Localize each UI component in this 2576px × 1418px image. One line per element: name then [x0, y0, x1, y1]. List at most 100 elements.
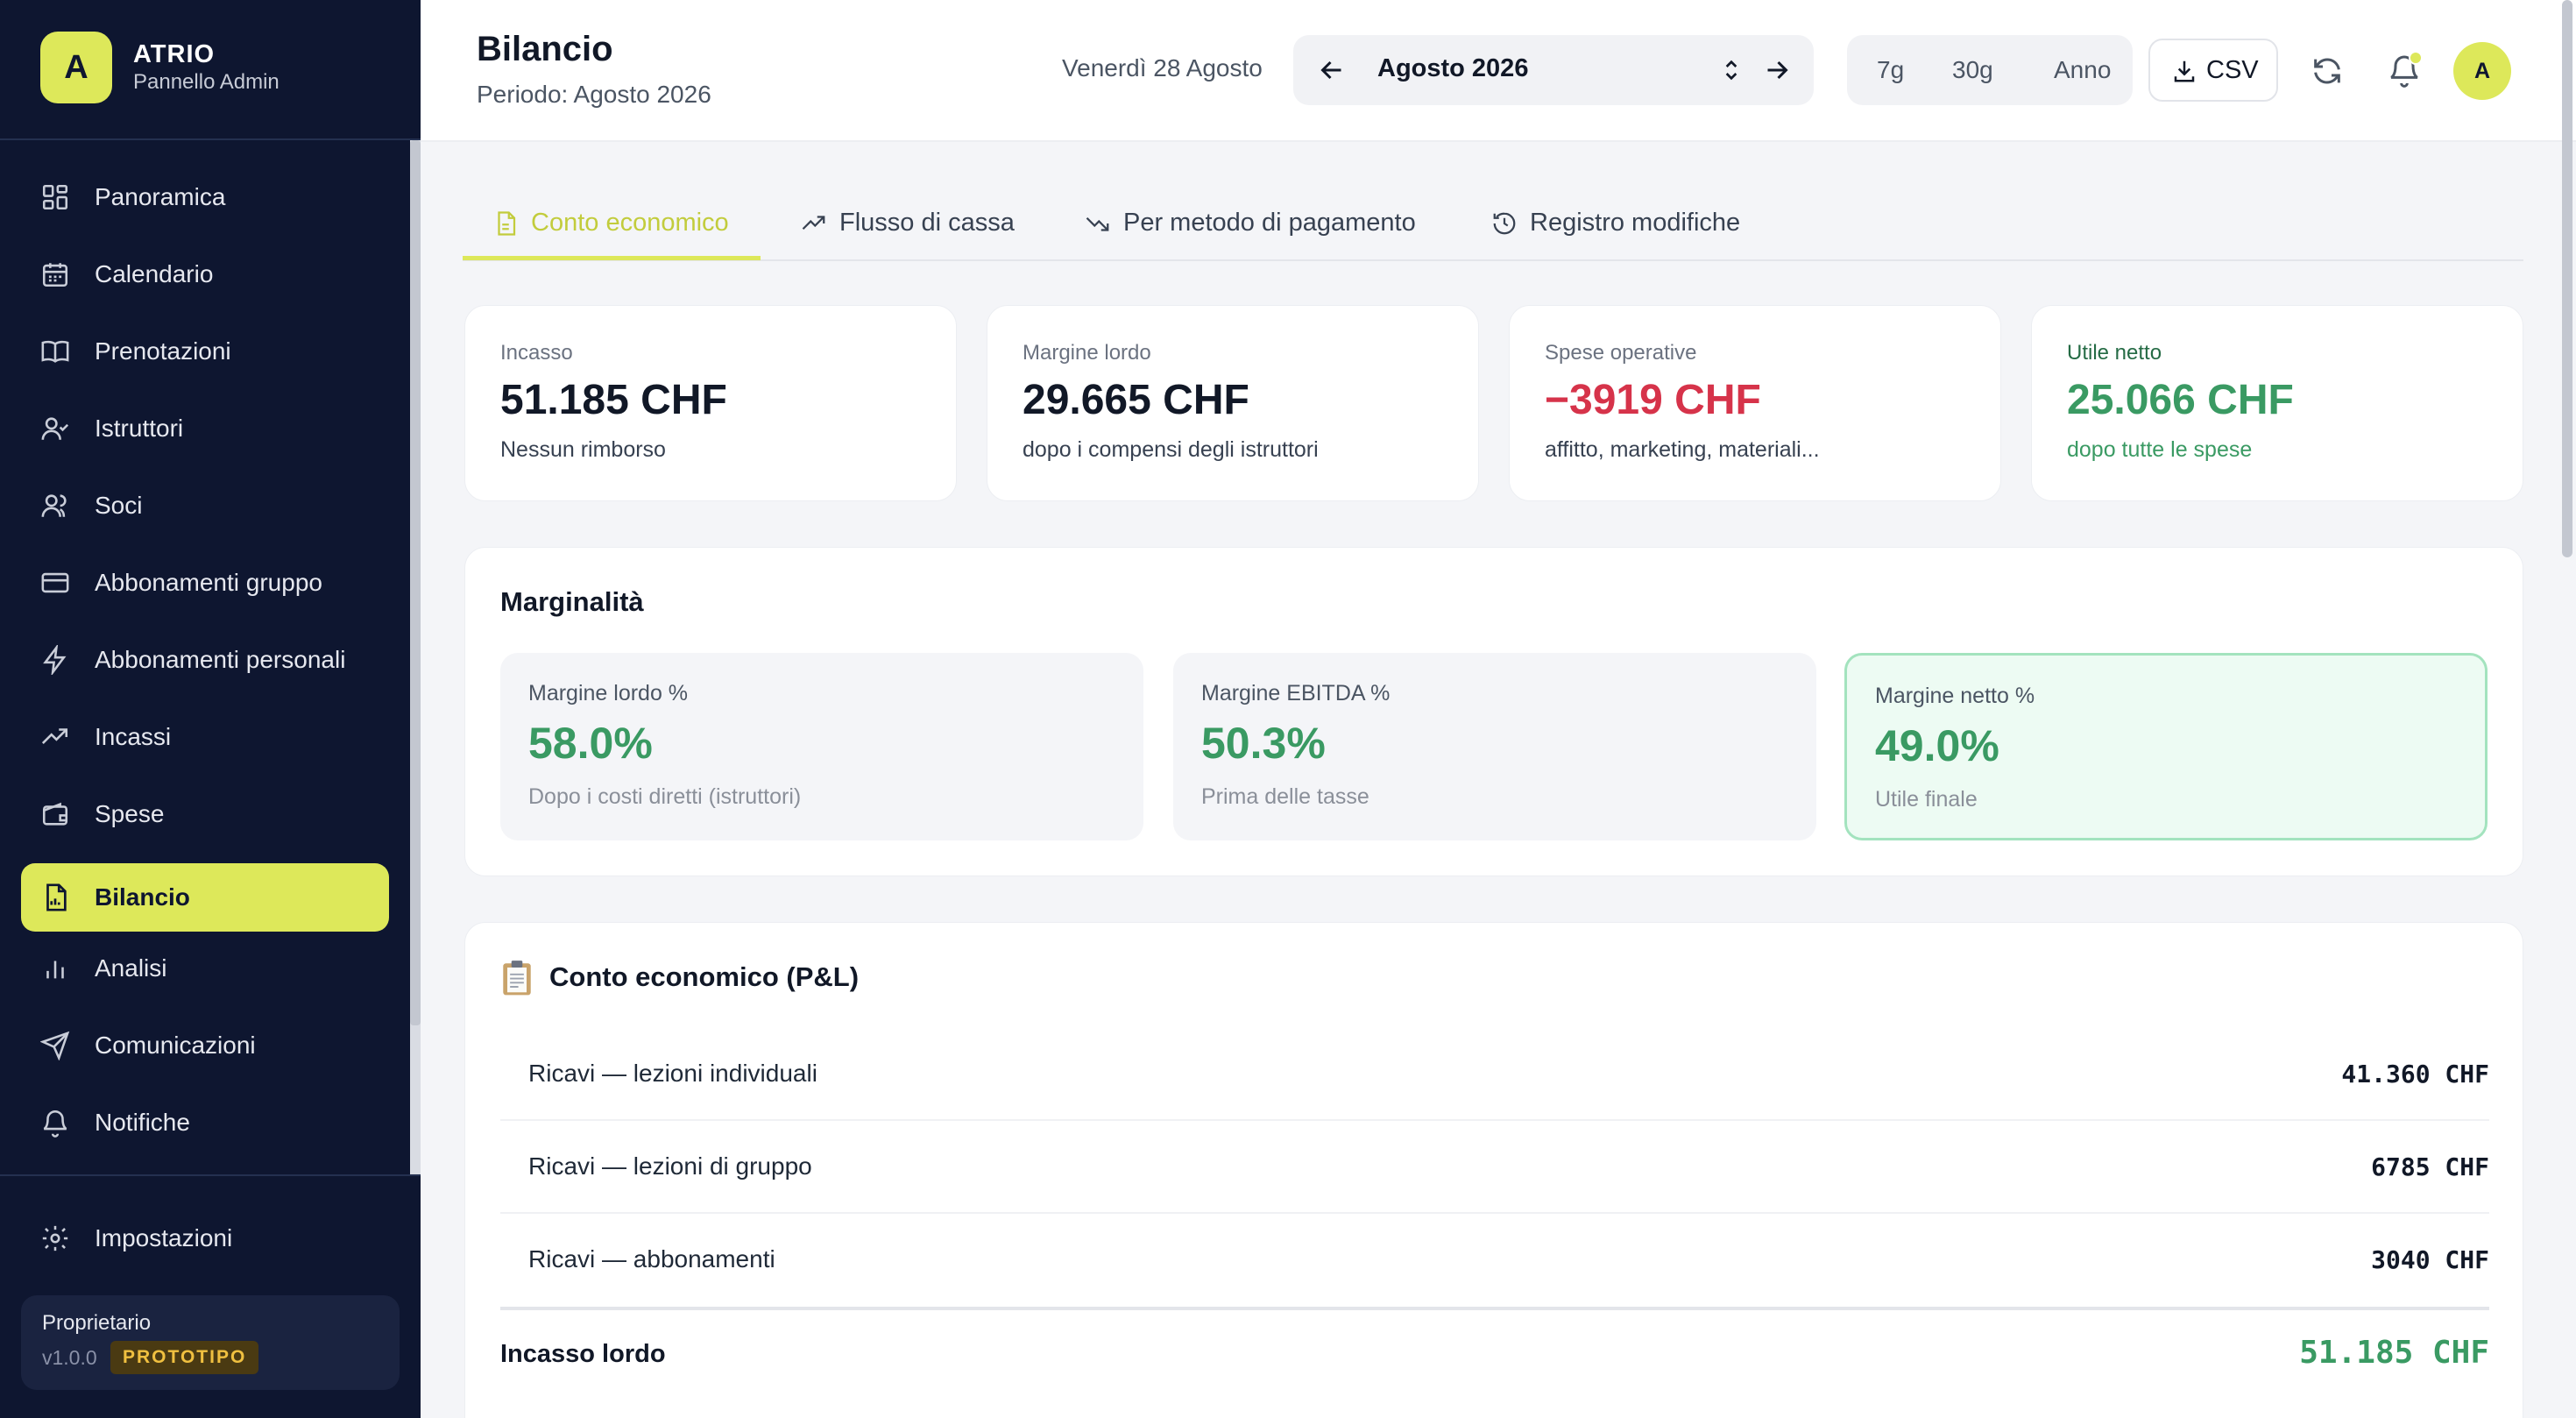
- send-icon: [40, 1031, 70, 1060]
- credit-card-icon: [41, 572, 69, 593]
- sidebar-scrollbar-thumb[interactable]: [410, 140, 421, 1025]
- kpi-value: −3919 CHF: [1545, 377, 1761, 423]
- kpi-value: 29.665 CHF: [1023, 377, 1249, 423]
- notification-dot: [2409, 51, 2423, 65]
- sidebar-item-label: Calendario: [95, 260, 214, 287]
- document-icon: [498, 211, 516, 236]
- users-icon: [41, 494, 67, 517]
- kpi-card-margine-lordo: Margine lordo 29.665 CHF dopo i compensi…: [987, 305, 1479, 501]
- sidebar-item-impostazioni[interactable]: Impostazioni: [21, 1204, 389, 1273]
- sidebar-item-soci[interactable]: Soci: [21, 471, 389, 540]
- sidebar-item-abbonamenti-personali[interactable]: Abbonamenti personali: [21, 626, 389, 694]
- grid-icon: [42, 184, 68, 210]
- clipboard-icon: [503, 961, 531, 996]
- brand-subtitle: Pannello Admin: [133, 70, 280, 94]
- brand-name: ATRIO: [133, 40, 216, 68]
- pl-row-value: 6785 CHF: [2371, 1152, 2489, 1181]
- refresh-icon[interactable]: [2310, 53, 2345, 89]
- pl-total-divider: [500, 1307, 2489, 1310]
- bell-icon: [43, 1110, 67, 1138]
- kpi-card-utile-netto: Utile netto 25.066 CHF dopo tutte le spe…: [2031, 305, 2523, 501]
- kpi-label: Utile netto: [2067, 341, 2162, 365]
- sidebar-item-label: Analisi: [95, 954, 167, 982]
- tab-label: Per metodo di pagamento: [1123, 209, 1416, 237]
- sidebar-item-bilancio[interactable]: Bilancio: [21, 863, 389, 932]
- range-30g[interactable]: 30g: [1952, 56, 1993, 84]
- owner-role: Proprietario: [42, 1311, 152, 1335]
- gear-icon: [42, 1225, 68, 1251]
- sidebar-item-incassi[interactable]: Incassi: [21, 703, 389, 771]
- trend-up-icon: [802, 216, 825, 230]
- top-header: Bilancio Periodo: Agosto 2026 Venerdì 28…: [421, 0, 2576, 142]
- sidebar-item-calendario[interactable]: Calendario: [21, 240, 389, 308]
- range-7g[interactable]: 7g: [1877, 56, 1904, 84]
- pl-row-value: 3040 CHF: [2371, 1245, 2489, 1274]
- download-icon: [2174, 60, 2195, 82]
- sidebar-item-label: Notifiche: [95, 1109, 190, 1136]
- sidebar-item-label: Istruttori: [95, 415, 184, 442]
- wallet-icon: [42, 802, 68, 826]
- margin-note: Prima delle tasse: [1201, 784, 1369, 809]
- pl-row: Ricavi — abbonamenti 3040 CHF: [500, 1214, 2489, 1307]
- sidebar-item-istruttori[interactable]: Istruttori: [21, 394, 389, 463]
- brand-logo: A: [40, 32, 112, 103]
- current-date: Venerdì 28 Agosto: [1062, 54, 1263, 82]
- sidebar-item-analisi[interactable]: Analisi: [21, 934, 389, 1003]
- sidebar-item-label: Comunicazioni: [95, 1032, 256, 1059]
- sidebar-item-prenotazioni[interactable]: Prenotazioni: [21, 317, 389, 386]
- sidebar-item-label: Bilancio: [95, 883, 190, 911]
- sidebar-item-label: Panoramica: [95, 183, 226, 210]
- active-tab-indicator: [463, 256, 761, 260]
- arrow-left-icon[interactable]: [1316, 54, 1348, 86]
- margin-box-ebitda: Margine EBITDA % 50.3% Prima delle tasse: [1173, 653, 1816, 840]
- page-subtitle: Periodo: Agosto 2026: [477, 81, 711, 108]
- sidebar-item-label: Spese: [95, 800, 165, 827]
- sidebar-item-abbonamenti-gruppo[interactable]: Abbonamenti gruppo: [21, 549, 389, 617]
- bar-chart-icon: [46, 961, 64, 979]
- book-icon: [41, 340, 69, 363]
- sidebar-divider: [0, 1174, 421, 1176]
- sidebar-item-label: Abbonamenti personali: [95, 646, 346, 673]
- history-icon: [1493, 212, 1516, 235]
- pl-card: Conto economico (P&L) Ricavi — lezioni i…: [464, 922, 2523, 1418]
- margin-label: Margine lordo %: [528, 681, 689, 705]
- sidebar-item-comunicazioni[interactable]: Comunicazioni: [21, 1011, 389, 1080]
- arrow-right-icon[interactable]: [1761, 54, 1793, 86]
- margin-value: 58.0%: [528, 719, 653, 768]
- sidebar-item-notifiche[interactable]: Notifiche: [21, 1088, 389, 1157]
- pl-row: Ricavi — lezioni di gruppo 6785 CHF: [500, 1121, 2489, 1214]
- brand: A ATRIO Pannello Admin: [0, 0, 421, 140]
- margin-box-netto: Margine netto % 49.0% Utile finale: [1844, 653, 2488, 840]
- pl-total-value: 51.185 CHF: [2299, 1335, 2489, 1371]
- main-scrollbar-thumb[interactable]: [2562, 0, 2572, 557]
- sidebar-item-spese[interactable]: Spese: [21, 780, 389, 848]
- avatar[interactable]: A: [2453, 42, 2511, 100]
- trend-up-icon: [41, 728, 68, 744]
- kpi-note: dopo tutte le spese: [2067, 437, 2253, 462]
- tab-label: Registro modifiche: [1530, 209, 1741, 237]
- pl-row: Ricavi — lezioni individuali 41.360 CHF: [500, 1028, 2489, 1121]
- sidebar-item-label: Abbonamenti gruppo: [95, 569, 322, 596]
- sidebar-item-panoramica[interactable]: Panoramica: [21, 163, 389, 231]
- range-selector: 7g 30g Anno: [1847, 35, 2133, 105]
- kpi-value: 51.185 CHF: [500, 377, 727, 423]
- month-label[interactable]: Agosto 2026: [1377, 54, 1528, 83]
- csv-export-button[interactable]: CSV: [2148, 39, 2278, 102]
- pl-total-row: Incasso lordo 51.185 CHF: [500, 1335, 2489, 1387]
- kpi-note: Nessun rimborso: [500, 437, 666, 462]
- margin-note: Utile finale: [1875, 787, 1978, 812]
- calendar-icon: [42, 263, 68, 287]
- prototype-badge: PROTOTIPO: [110, 1341, 259, 1374]
- tab-label: Conto economico: [531, 209, 729, 237]
- margin-box-lordo: Margine lordo % 58.0% Dopo i costi diret…: [500, 653, 1143, 840]
- user-check-icon: [41, 417, 69, 440]
- range-anno[interactable]: Anno: [2054, 56, 2111, 84]
- trend-down-icon: [1086, 216, 1109, 231]
- tab-bar: Conto economico Flusso di cassa Per meto…: [463, 193, 2523, 261]
- kpi-card-incasso: Incasso 51.185 CHF Nessun rimborso: [464, 305, 957, 501]
- margin-label: Margine netto %: [1875, 684, 2035, 708]
- margin-value: 49.0%: [1875, 721, 1999, 770]
- chevron-updown-icon[interactable]: [1717, 56, 1745, 84]
- kpi-label: Margine lordo: [1023, 341, 1151, 365]
- margin-note: Dopo i costi diretti (istruttori): [528, 784, 802, 809]
